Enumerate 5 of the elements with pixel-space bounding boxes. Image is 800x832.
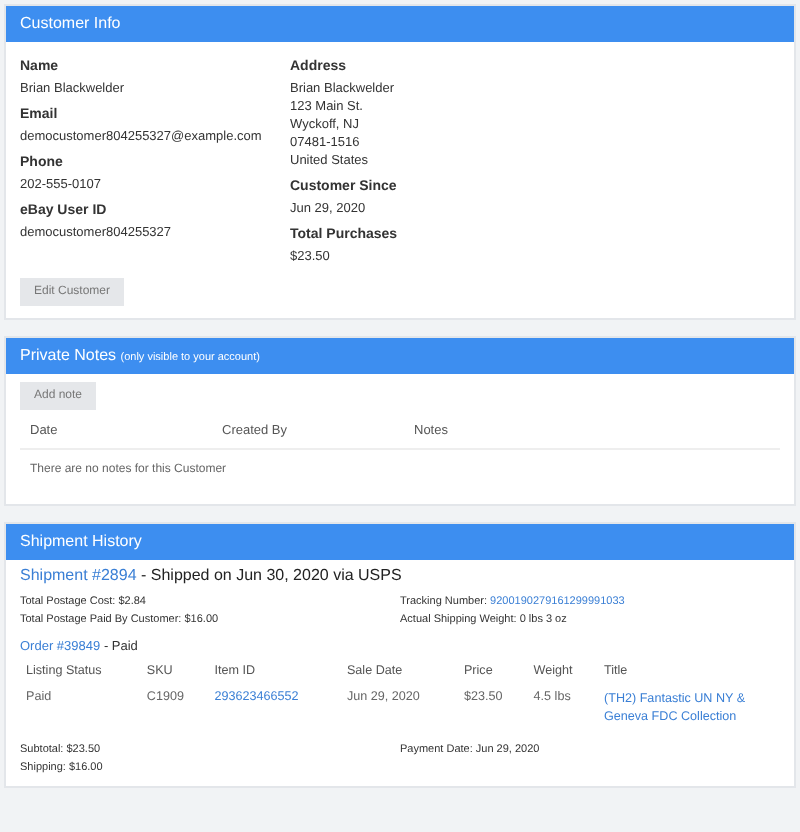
card-title: Customer Info — [20, 14, 121, 32]
card-title: Shipment History — [20, 532, 142, 550]
shipment-status: - Shipped on Jun 30, 2020 via USPS — [141, 566, 402, 584]
card-title: Private Notes — [20, 346, 117, 364]
shipment-link[interactable]: Shipment #2894 — [20, 566, 137, 584]
